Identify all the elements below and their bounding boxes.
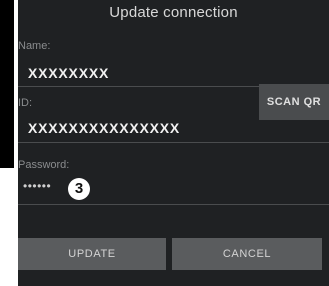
password-field-underline: [18, 204, 329, 205]
dialog-title: Update connection: [109, 4, 238, 21]
id-label: ID:: [18, 97, 33, 109]
name-label: Name:: [18, 40, 51, 52]
cancel-button[interactable]: CANCEL: [172, 238, 322, 270]
left-black-strip: [0, 0, 14, 168]
password-label: Password:: [18, 159, 70, 171]
update-connection-dialog: Update connection Name: XXXXXXXX ID: XXX…: [18, 0, 329, 286]
step-number-badge: 3: [68, 178, 90, 200]
scan-qr-button[interactable]: SCAN QR: [259, 84, 329, 120]
id-field-underline: [18, 142, 329, 143]
name-field[interactable]: XXXXXXXX: [28, 65, 109, 81]
id-field[interactable]: XXXXXXXXXXXXXXX: [28, 120, 180, 136]
update-button[interactable]: UPDATE: [18, 238, 166, 270]
password-field[interactable]: ••••••: [23, 179, 51, 193]
